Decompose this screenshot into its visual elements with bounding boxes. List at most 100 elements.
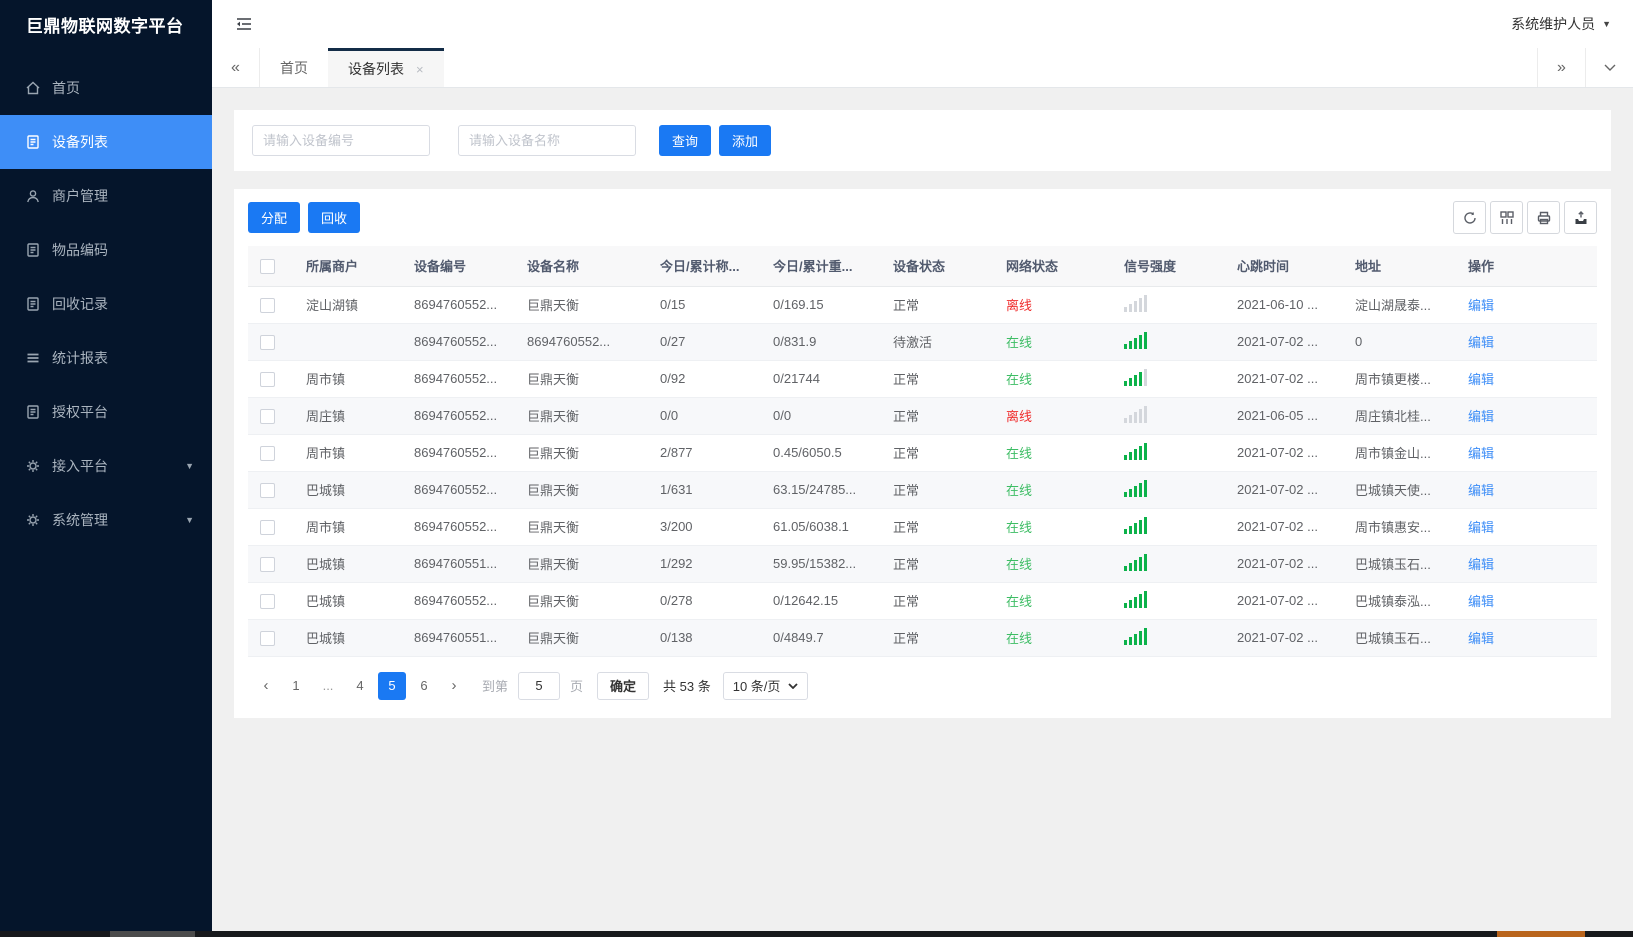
cell-device-no: 8694760552... <box>402 323 515 361</box>
row-checkbox[interactable] <box>260 445 275 461</box>
edit-link[interactable]: 编辑 <box>1468 372 1494 387</box>
cell-heartbeat: 2021-06-05 ... <box>1225 397 1343 435</box>
next-page-icon[interactable]: › <box>440 672 468 700</box>
sidebar-item-label: 授权平台 <box>52 404 108 420</box>
prev-page-icon[interactable]: ‹ <box>252 672 280 700</box>
cell-merchant: 巴城镇 <box>294 545 402 583</box>
goto-page-input[interactable] <box>518 671 561 700</box>
sidebar-item-access-platform[interactable]: 接入平台 ▼ <box>0 439 212 493</box>
page-number[interactable]: 5 <box>378 671 406 700</box>
page-number[interactable]: 6 <box>410 672 438 700</box>
page-size-select[interactable]: 10 条/页 <box>722 671 809 700</box>
table-row: 巴城镇 8694760552... 巨鼎天衡 0/278 0/12642.15 … <box>248 582 1597 620</box>
sidebar-item-recycle-record[interactable]: 回收记录 <box>0 277 212 331</box>
assign-button[interactable]: 分配 <box>248 202 301 233</box>
user-name: 系统维护人员 <box>1511 16 1596 32</box>
cell-device-name: 巨鼎天衡 <box>515 545 648 583</box>
signal-strength-icon <box>1124 368 1147 386</box>
signal-strength-icon <box>1124 442 1147 460</box>
edit-link[interactable]: 编辑 <box>1468 520 1494 535</box>
document-icon <box>25 296 41 312</box>
cell-today-weight: 0/0 <box>761 397 881 435</box>
edit-link[interactable]: 编辑 <box>1468 483 1494 498</box>
row-checkbox[interactable] <box>260 482 275 498</box>
cell-device-status: 正常 <box>881 286 994 324</box>
home-icon <box>25 80 41 96</box>
sidebar: 巨鼎物联网数字平台 首页 设备列表 商户管理 物品编码 回收记录 统计报表 授权… <box>0 0 212 937</box>
page-number[interactable]: 1 <box>282 672 310 700</box>
refresh-icon[interactable] <box>1453 201 1486 234</box>
edit-link[interactable]: 编辑 <box>1468 631 1494 646</box>
page-number[interactable]: 4 <box>346 672 374 700</box>
select-all-checkbox[interactable] <box>260 258 275 274</box>
user-icon <box>25 188 41 204</box>
table-toolbar: 分配 回收 <box>248 201 1597 234</box>
sidebar-menu: 首页 设备列表 商户管理 物品编码 回收记录 统计报表 授权平台 接入平台 ▼ … <box>0 61 212 547</box>
cell-today-count: 0/15 <box>648 286 761 324</box>
sidebar-item-label: 商户管理 <box>52 188 108 204</box>
cell-today-count: 3/200 <box>648 508 761 546</box>
cell-address: 周市镇更楼... <box>1343 360 1456 398</box>
row-checkbox[interactable] <box>260 371 275 387</box>
table-row: 淀山湖镇 8694760552... 巨鼎天衡 0/15 0/169.15 正常… <box>248 286 1597 324</box>
device-name-input[interactable] <box>458 125 636 156</box>
table-row: 周市镇 8694760552... 巨鼎天衡 2/877 0.45/6050.5… <box>248 434 1597 472</box>
sidebar-item-system-management[interactable]: 系统管理 ▼ <box>0 493 212 547</box>
row-checkbox[interactable] <box>260 630 275 646</box>
cell-address: 周庄镇北桂... <box>1343 397 1456 435</box>
sidebar-item-authorize[interactable]: 授权平台 <box>0 385 212 439</box>
network-status: 离线 <box>1006 298 1033 313</box>
edit-link[interactable]: 编辑 <box>1468 409 1494 424</box>
row-checkbox[interactable] <box>260 593 275 609</box>
tabs-more-icon[interactable] <box>1585 48 1633 87</box>
main-area: 系统维护人员 ▼ « 首页 设备列表 × » 查询 添加 分配 <box>212 0 1633 937</box>
cell-device-name: 8694760552... <box>515 323 648 361</box>
total-count: 共 53 条 <box>663 679 711 694</box>
row-checkbox[interactable] <box>260 519 275 535</box>
recycle-button[interactable]: 回收 <box>308 202 361 233</box>
query-button[interactable]: 查询 <box>659 125 712 156</box>
confirm-button[interactable]: 确定 <box>597 671 650 700</box>
cell-device-name: 巨鼎天衡 <box>515 471 648 509</box>
user-menu[interactable]: 系统维护人员 ▼ <box>1511 14 1611 34</box>
edit-link[interactable]: 编辑 <box>1468 446 1494 461</box>
tab-bar: « 首页 设备列表 × » <box>212 48 1633 88</box>
sidebar-item-merchant[interactable]: 商户管理 <box>0 169 212 223</box>
row-checkbox[interactable] <box>260 556 275 572</box>
page-unit-label: 页 <box>570 679 584 694</box>
tabs-scroll-right-icon[interactable]: » <box>1537 48 1585 87</box>
cell-device-no: 8694760552... <box>402 471 515 509</box>
edit-link[interactable]: 编辑 <box>1468 594 1494 609</box>
cell-address: 巴城镇玉石... <box>1343 619 1456 657</box>
row-checkbox[interactable] <box>260 334 275 350</box>
cell-today-count: 1/631 <box>648 471 761 509</box>
edit-link[interactable]: 编辑 <box>1468 335 1494 350</box>
close-icon[interactable]: × <box>416 62 424 77</box>
device-no-input[interactable] <box>252 125 430 156</box>
table-header-row: 所属商户 设备编号 设备名称 今日/累计称... 今日/累计重... 设备状态 … <box>248 246 1597 287</box>
cell-device-status: 正常 <box>881 508 994 546</box>
sidebar-item-device-list[interactable]: 设备列表 <box>0 115 212 169</box>
edit-link[interactable]: 编辑 <box>1468 298 1494 313</box>
col-action: 操作 <box>1456 246 1597 287</box>
sidebar-item-home[interactable]: 首页 <box>0 61 212 115</box>
sidebar-item-item-code[interactable]: 物品编码 <box>0 223 212 277</box>
add-button[interactable]: 添加 <box>719 125 772 156</box>
signal-strength-icon <box>1124 405 1147 423</box>
columns-icon[interactable] <box>1490 201 1523 234</box>
row-checkbox[interactable] <box>260 297 275 313</box>
export-icon[interactable] <box>1564 201 1597 234</box>
cell-heartbeat: 2021-07-02 ... <box>1225 545 1343 583</box>
edit-link[interactable]: 编辑 <box>1468 557 1494 572</box>
tabs-scroll-left-icon[interactable]: « <box>212 48 260 87</box>
print-icon[interactable] <box>1527 201 1560 234</box>
cell-merchant: 巴城镇 <box>294 619 402 657</box>
cell-today-weight: 0/169.15 <box>761 286 881 324</box>
tab-home[interactable]: 首页 <box>260 48 328 87</box>
tab-device-list[interactable]: 设备列表 × <box>328 48 444 87</box>
cell-today-count: 0/278 <box>648 582 761 620</box>
menu-fold-icon[interactable] <box>234 16 254 32</box>
sidebar-item-report[interactable]: 统计报表 <box>0 331 212 385</box>
row-checkbox[interactable] <box>260 408 275 424</box>
col-heartbeat: 心跳时间 <box>1225 246 1343 287</box>
